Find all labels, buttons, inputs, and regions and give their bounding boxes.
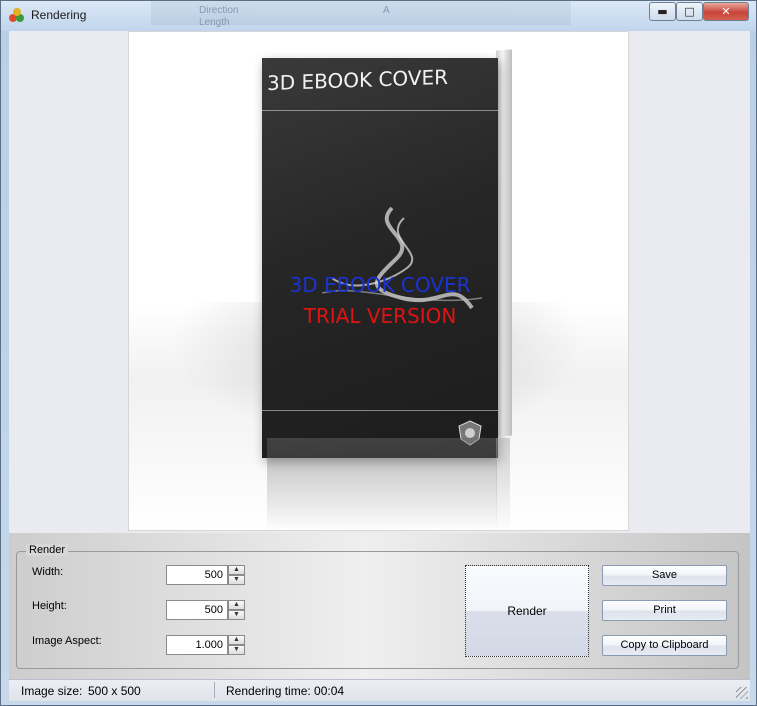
height-input[interactable] <box>166 600 228 620</box>
close-icon: ✕ <box>721 5 731 18</box>
print-button[interactable]: Print <box>602 600 727 621</box>
ghost-label: A <box>383 5 390 16</box>
aspect-label: Image Aspect: <box>32 635 102 647</box>
ghost-label: Direction <box>199 5 239 16</box>
watermark-title: 3D EBOOK COVER <box>289 273 471 297</box>
title-bar[interactable]: Rendering Direction A Length ▬ □ ✕ <box>1 1 756 31</box>
status-divider <box>214 682 215 698</box>
restore-icon: □ <box>684 5 695 18</box>
ghost-label: Length <box>199 17 230 28</box>
cover-title: 3D EBOOK COVER <box>267 64 449 96</box>
book-reflection <box>267 438 497 530</box>
aspect-decrement-button[interactable]: ▼ <box>228 645 245 655</box>
aspect-input[interactable] <box>166 635 228 655</box>
aspect-increment-button[interactable]: ▲ <box>228 635 245 645</box>
cover-line <box>262 110 498 111</box>
client-area: 3D EBOOK COVER 3D EBOOK COVER TRIAL VERS… <box>9 31 750 679</box>
image-size-label: Image size: <box>21 684 83 698</box>
render-preview: 3D EBOOK COVER 3D EBOOK COVER TRIAL VERS… <box>128 31 629 531</box>
background-window-ghost: Direction A Length <box>151 1 571 28</box>
status-bar: Image size: 500 x 500 Rendering time: 00… <box>9 679 750 701</box>
rendering-window: Rendering Direction A Length ▬ □ ✕ 3D EB… <box>0 0 757 706</box>
width-spinner[interactable]: ▲ ▼ <box>166 565 246 585</box>
window-title: Rendering <box>31 8 87 22</box>
width-input[interactable] <box>166 565 228 585</box>
watermark-trial: TRIAL VERSION <box>303 304 457 328</box>
close-button[interactable]: ✕ <box>703 2 749 21</box>
settings-panel: Render Width: ▲ ▼ Height: ▲ ▼ Image Aspe… <box>9 533 750 679</box>
width-label: Width: <box>32 566 64 578</box>
height-spinner[interactable]: ▲ ▼ <box>166 600 246 620</box>
minimize-button[interactable]: ▬ <box>649 2 676 21</box>
height-decrement-button[interactable]: ▼ <box>228 610 245 620</box>
app-icon <box>9 8 25 24</box>
spine-reflection <box>496 438 510 530</box>
render-group-legend: Render <box>26 544 69 556</box>
rendering-time: Rendering time: 00:04 <box>226 684 345 698</box>
maximize-button[interactable]: □ <box>676 2 703 21</box>
width-increment-button[interactable]: ▲ <box>228 565 245 575</box>
book-spine <box>496 49 512 437</box>
cover-line <box>262 410 498 411</box>
image-size-value: 500 x 500 <box>88 684 141 698</box>
copy-to-clipboard-button[interactable]: Copy to Clipboard <box>602 635 727 656</box>
aspect-spinner[interactable]: ▲ ▼ <box>166 635 246 655</box>
render-button[interactable]: Render <box>465 565 589 657</box>
width-decrement-button[interactable]: ▼ <box>228 575 245 585</box>
smoke-graphic <box>322 206 482 310</box>
save-button[interactable]: Save <box>602 565 727 586</box>
resize-grip-icon[interactable] <box>736 687 748 699</box>
height-increment-button[interactable]: ▲ <box>228 600 245 610</box>
height-label: Height: <box>32 600 67 612</box>
minimize-icon: ▬ <box>657 5 668 18</box>
book-cover: 3D EBOOK COVER 3D EBOOK COVER TRIAL VERS… <box>262 58 498 458</box>
